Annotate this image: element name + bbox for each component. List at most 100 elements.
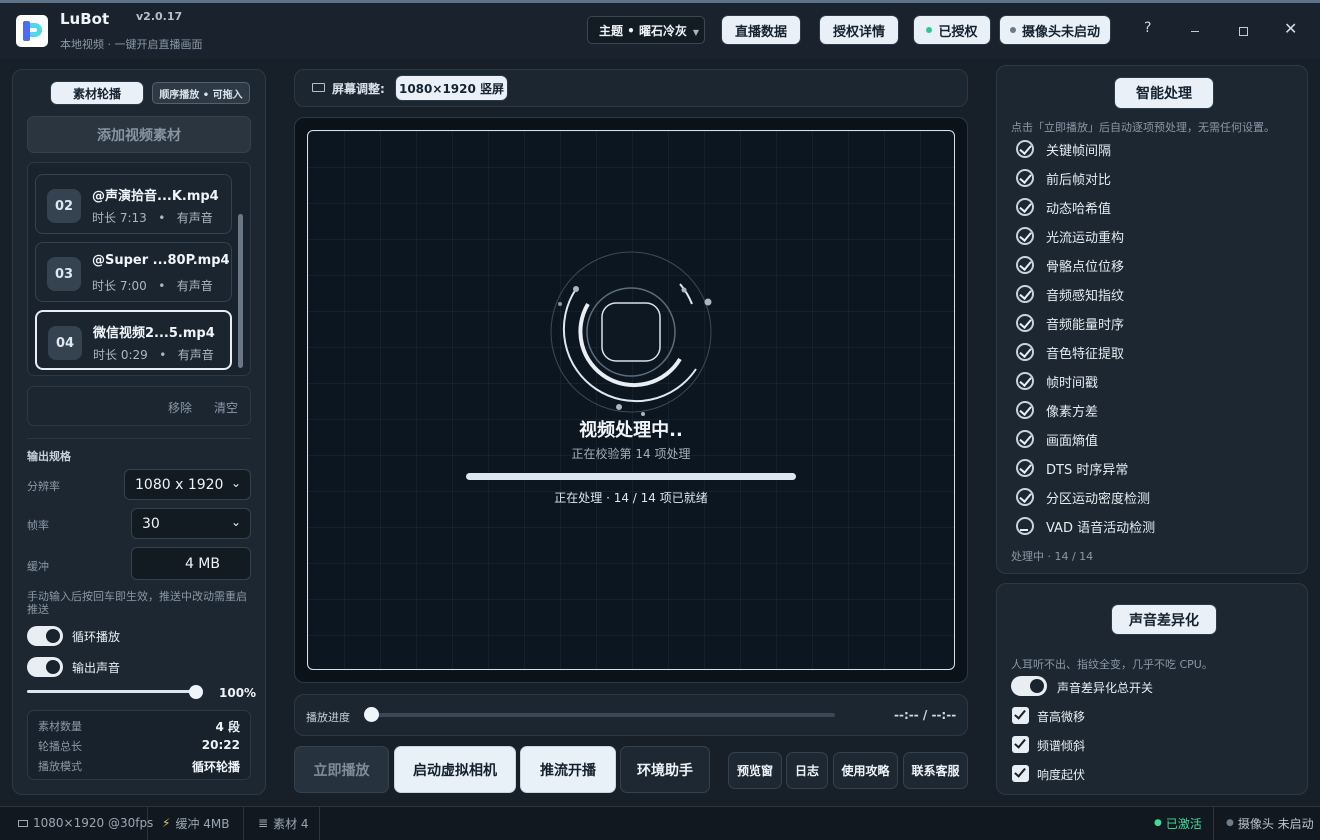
resolution-label: 分辨率 (27, 480, 60, 493)
item-duration: 时长 7:00 (92, 279, 147, 293)
authorized-status[interactable]: 已授权 (914, 16, 990, 44)
live-data-button[interactable]: 直播数据 (722, 16, 800, 44)
status-count-text: 素材 4 (273, 816, 309, 831)
check-item-label: 关键帧间隔 (1046, 143, 1112, 159)
output-title: 输出规格 (27, 450, 71, 463)
status-divider (319, 806, 320, 840)
help-icon[interactable]: ? (1144, 20, 1151, 36)
list-item-selected[interactable]: 04 微信视频2...5.mp4 时长 0:29 • 有声音 (35, 310, 232, 370)
spectrum-tilt-checkbox[interactable] (1012, 736, 1029, 753)
processing-subtitle: 正在校验第 14 项处理 (571, 447, 691, 461)
item-number: 03 (47, 257, 81, 291)
check-item: 动态哈希值 (1016, 196, 1111, 218)
item-meta: 时长 7:13 • 有声音 (92, 211, 213, 225)
check-item-label: 前后帧对比 (1046, 172, 1112, 188)
processing-spinner-icon (550, 251, 712, 416)
chevron-down-icon: ⌄ (230, 515, 241, 529)
status-divider (1213, 806, 1214, 840)
stat-value: 循环轮播 (191, 760, 240, 774)
item-duration: 时长 0:29 (93, 348, 148, 362)
screen-label: 屏幕调整: (332, 82, 385, 96)
volume-slider-handle[interactable] (188, 685, 203, 699)
check-item: 关键帧间隔 (1016, 138, 1111, 160)
camera-status[interactable]: 摄像头未启动 (1000, 16, 1110, 44)
fps-value: 30 (142, 515, 160, 532)
log-button[interactable]: 日志 (786, 752, 828, 789)
clear-button[interactable]: 清空 (214, 399, 238, 416)
playback-time: --:-- / --:-- (894, 708, 957, 722)
list-item[interactable]: 03 @Super ...80P.mp4 时长 7:00 • 有声音 (35, 242, 232, 302)
check-circle-icon (1016, 343, 1034, 361)
section-divider (27, 438, 251, 439)
loop-label: 循环播放 (72, 630, 121, 644)
check-item-label: 分区运动密度检测 (1046, 491, 1151, 507)
check-item-label: 帧时间戳 (1046, 375, 1099, 391)
resolution-select[interactable]: 1080 x 1920 ⌄ (124, 469, 251, 500)
close-icon[interactable]: ✕ (1284, 19, 1297, 38)
guide-button[interactable]: 使用攻略 (833, 752, 898, 789)
maximize-icon[interactable] (1239, 27, 1248, 36)
app-logo (16, 15, 48, 47)
remove-button[interactable]: 移除 (168, 399, 192, 416)
preview-window-button[interactable]: 预览窗 (728, 752, 782, 789)
status-count: ≣ 素材 4 (258, 806, 309, 840)
fps-select[interactable]: 30 ⌄ (131, 508, 251, 539)
check-item: DTS 时序异常 (1016, 457, 1128, 479)
playback-slider-handle[interactable] (364, 707, 379, 722)
audio-diff-master-toggle[interactable] (1011, 676, 1047, 696)
list-item[interactable]: 02 @声演拾音...K.mp4 时长 7:13 • 有声音 (35, 174, 232, 234)
audio-toggle[interactable] (27, 657, 63, 677)
check-item: 音频感知指纹 (1016, 283, 1124, 305)
check-item: 画面熵值 (1016, 428, 1098, 450)
app-name: LuBot (60, 10, 110, 28)
check-item-label: 骨骼点位位移 (1046, 259, 1125, 275)
monitor-icon (18, 819, 28, 827)
processing-progress-fill (466, 473, 796, 480)
add-video-button[interactable]: 添加视频素材 (27, 116, 251, 153)
camera-dot-icon (1009, 27, 1016, 33)
check-circle-icon (1016, 227, 1034, 245)
list-scrollbar[interactable] (238, 214, 243, 368)
check-circle-icon (1016, 198, 1034, 216)
auth-details-button[interactable]: 授权详情 (820, 16, 898, 44)
loudness-checkbox[interactable] (1012, 765, 1029, 782)
virtual-camera-button[interactable]: 启动虚拟相机 (394, 746, 516, 793)
audio-diff-master-label: 声音差异化总开关 (1057, 681, 1154, 695)
pitch-shift-label: 音高微移 (1037, 710, 1086, 724)
app-subtitle: 本地视频 · 一键开启直播画面 (60, 38, 203, 51)
start-stream-button[interactable]: 推流开播 (520, 746, 616, 793)
check-item: 前后帧对比 (1016, 167, 1111, 189)
check-item-label: 音频能量时序 (1046, 317, 1125, 333)
support-button[interactable]: 联系客服 (903, 752, 968, 789)
status-activated-text: 已激活 (1165, 816, 1202, 831)
item-name: @Super ...80P.mp4 (92, 253, 230, 268)
tab-play-order[interactable]: 顺序播放 • 可拖入 (152, 82, 250, 104)
activated-dot-icon: ● (1154, 818, 1162, 828)
fps-label: 帧率 (27, 519, 49, 532)
item-number: 02 (47, 189, 81, 223)
playback-track[interactable] (366, 713, 835, 717)
pitch-shift-checkbox[interactable] (1012, 707, 1029, 724)
check-item: 像素方差 (1016, 399, 1098, 421)
item-sound: 有声音 (176, 279, 213, 293)
item-sound: 有声音 (177, 348, 214, 362)
stack-icon: ≣ (258, 816, 269, 830)
theme-select[interactable]: 主题 • 曜石冷灰 ▼ (587, 16, 705, 44)
item-sound: 有声音 (176, 211, 213, 225)
loop-toggle[interactable] (27, 626, 63, 646)
status-activated: ● 已激活 (1154, 806, 1202, 840)
status-buffer: ⚡ 缓冲 4MB (162, 806, 229, 840)
item-name: @声演拾音...K.mp4 (92, 189, 219, 204)
environment-assistant-button[interactable]: 环境助手 (620, 746, 710, 793)
check-item-label: 画面熵值 (1046, 433, 1099, 449)
chevron-down-icon: ⌄ (230, 476, 241, 490)
tab-material-carousel[interactable]: 素材轮播 (51, 82, 143, 104)
minimize-icon[interactable] (1191, 31, 1199, 32)
app-window: LuBot v2.0.17 本地视频 · 一键开启直播画面 主题 • 曜石冷灰 … (0, 0, 1320, 840)
title-bar: LuBot v2.0.17 本地视频 · 一键开启直播画面 主题 • 曜石冷灰 … (0, 3, 1320, 58)
play-now-button[interactable]: 立即播放 (294, 746, 389, 793)
check-item: 帧时间戳 (1016, 370, 1098, 392)
buffer-input[interactable]: 4 MB (131, 547, 251, 580)
screen-preset-button[interactable]: 1080×1920 竖屏 (396, 76, 507, 100)
item-name: 微信视频2...5.mp4 (93, 326, 215, 341)
